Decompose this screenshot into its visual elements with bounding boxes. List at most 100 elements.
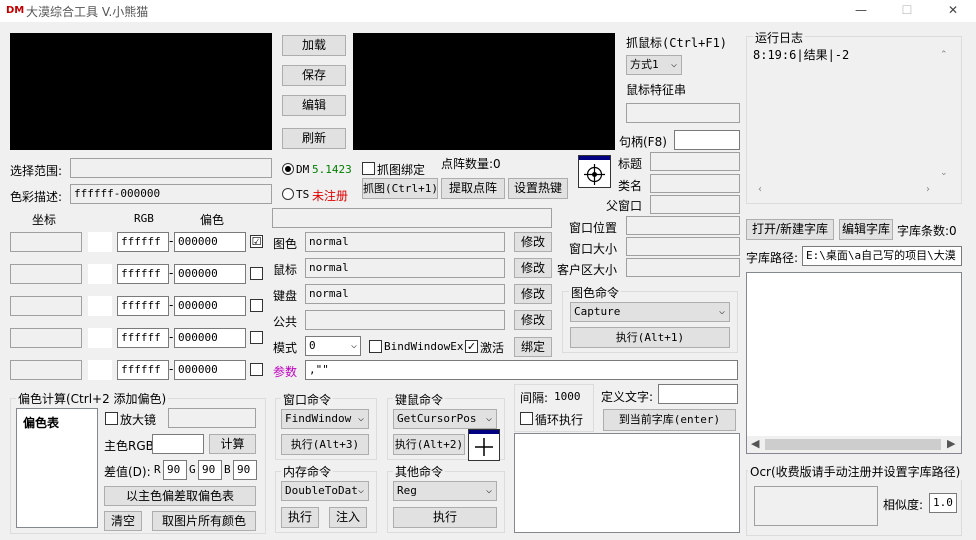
inject-button[interactable]: 注入 xyxy=(329,507,367,528)
calculate-button[interactable]: 计算 xyxy=(209,434,256,454)
loop-checkbox[interactable] xyxy=(520,412,533,425)
scroll-right-icon[interactable]: ▶ xyxy=(947,437,955,450)
refresh-button[interactable]: 刷新 xyxy=(282,128,346,149)
scroll-right-icon[interactable]: › xyxy=(926,184,930,195)
load-button[interactable]: 加载 xyxy=(282,35,346,56)
zoom-preview[interactable] xyxy=(353,33,615,150)
scroll-left-icon[interactable]: ◀ xyxy=(751,437,759,450)
mouse-feature-field[interactable] xyxy=(626,103,740,123)
main-rgb-input[interactable] xyxy=(152,434,204,454)
maximize-button[interactable]: ☐ xyxy=(884,0,930,22)
dm-radio[interactable] xyxy=(282,163,294,175)
class-field[interactable] xyxy=(650,174,740,193)
close-button[interactable]: ✕ xyxy=(930,0,976,22)
clear-button[interactable]: 清空 xyxy=(104,511,142,531)
window-cmd-exec-button[interactable]: 执行(Alt+3) xyxy=(281,434,369,455)
mode-select[interactable]: 0 ⌵ xyxy=(305,336,361,356)
lib-hscrollbar[interactable]: ◀ ▶ xyxy=(747,436,961,453)
bind-capture-checkbox[interactable] xyxy=(362,162,375,175)
edit-lib-button[interactable]: 编辑字库 xyxy=(839,219,893,240)
coord-field-4[interactable] xyxy=(10,328,82,348)
row-checkbox-5[interactable] xyxy=(250,363,263,376)
row-checkbox-3[interactable] xyxy=(250,299,263,312)
row-checkbox-4[interactable] xyxy=(250,331,263,344)
bindwindowex-checkbox[interactable] xyxy=(369,340,382,353)
handle-input[interactable] xyxy=(674,130,740,150)
g-input[interactable]: 90 xyxy=(198,460,222,480)
other-exec-button[interactable]: 执行 xyxy=(393,507,497,528)
extract-points-button[interactable]: 提取点阵 xyxy=(441,178,505,199)
scroll-left-icon[interactable]: ‹ xyxy=(758,184,762,195)
ts-radio[interactable] xyxy=(282,188,294,200)
b-input[interactable]: 90 xyxy=(233,460,257,480)
row-checkbox-2[interactable] xyxy=(250,267,263,280)
offset-input-2[interactable]: 000000 xyxy=(174,264,246,284)
points-result-field[interactable] xyxy=(272,208,552,228)
coord-field-5[interactable] xyxy=(10,360,82,380)
activate-checkbox[interactable]: ✓ xyxy=(465,340,478,353)
crosshair-target-icon[interactable] xyxy=(578,155,611,188)
rgb-input-3[interactable]: ffffff xyxy=(117,296,169,316)
result-textarea[interactable] xyxy=(514,433,740,533)
client-size-field[interactable] xyxy=(626,258,740,277)
crosshair-icon[interactable] xyxy=(468,429,500,461)
offset-input-3[interactable]: 000000 xyxy=(174,296,246,316)
interval-value[interactable]: 1000 xyxy=(554,390,581,403)
minimize-button[interactable]: — xyxy=(838,0,884,22)
mouse-cmd-select[interactable]: GetCursorPos ⌵ xyxy=(393,409,497,429)
modify-keyboard-button[interactable]: 修改 xyxy=(514,284,552,304)
capture-mode-select[interactable]: 方式1 ⌵ xyxy=(626,55,682,75)
offset-input-5[interactable]: 000000 xyxy=(174,360,246,380)
open-new-lib-button[interactable]: 打开/新建字库 xyxy=(746,219,834,240)
modify-public-button[interactable]: 修改 xyxy=(514,310,552,330)
mouse-mode-field[interactable]: normal xyxy=(305,258,505,278)
row-checkbox-1[interactable]: ☑ xyxy=(250,235,263,248)
similarity-input[interactable]: 1.0 xyxy=(929,493,957,513)
public-mode-field[interactable] xyxy=(305,310,505,330)
color-cmd-exec-button[interactable]: 执行(Alt+1) xyxy=(570,327,730,348)
params-input[interactable]: ,"" xyxy=(305,360,738,380)
magnifier-checkbox[interactable] xyxy=(105,412,118,425)
color-desc-field[interactable]: ffffff-000000 xyxy=(70,184,272,204)
all-colors-button[interactable]: 取图片所有颜色 xyxy=(152,511,256,531)
offset-list[interactable]: 偏色表 xyxy=(16,408,98,528)
bind-button[interactable]: 绑定 xyxy=(514,337,552,357)
rgb-input-1[interactable]: ffffff xyxy=(117,232,169,252)
window-position-field[interactable] xyxy=(626,216,740,235)
lib-list[interactable]: ◀ ▶ xyxy=(746,272,962,454)
parent-window-field[interactable] xyxy=(650,195,740,214)
select-range-field[interactable] xyxy=(70,158,272,178)
save-button[interactable]: 保存 xyxy=(282,65,346,86)
log-vscrollbar[interactable]: ⌃ ⌄ xyxy=(938,50,952,180)
lib-path-input[interactable]: E:\桌面\a自己写的项目\大漠 xyxy=(802,246,962,266)
offset-input-4[interactable]: 000000 xyxy=(174,328,246,348)
scroll-down-icon[interactable]: ⌄ xyxy=(940,168,948,178)
keyboard-mode-field[interactable]: normal xyxy=(305,284,505,304)
to-current-lib-button[interactable]: 到当前字库(enter) xyxy=(603,409,736,431)
rgb-input-4[interactable]: ffffff xyxy=(117,328,169,348)
rgb-input-5[interactable]: ffffff xyxy=(117,360,169,380)
r-input[interactable]: 90 xyxy=(163,460,187,480)
title-field[interactable] xyxy=(650,152,740,171)
take-offset-button[interactable]: 以主色偏差取偏色表 xyxy=(104,486,256,506)
color-cmd-select[interactable]: Capture ⌵ xyxy=(570,302,730,322)
window-size-field[interactable] xyxy=(626,237,740,256)
mouse-cmd-exec-button[interactable]: 执行(Alt+2) xyxy=(393,434,465,455)
coord-field-1[interactable] xyxy=(10,232,82,252)
modify-mouse-button[interactable]: 修改 xyxy=(514,258,552,278)
modify-display-button[interactable]: 修改 xyxy=(514,232,552,252)
coord-field-2[interactable] xyxy=(10,264,82,284)
scroll-thumb[interactable] xyxy=(765,439,941,450)
memory-cmd-select[interactable]: DoubleToDat ⌵ xyxy=(281,481,369,501)
set-hotkey-button[interactable]: 设置热键 xyxy=(508,178,568,199)
window-cmd-select[interactable]: FindWindow ⌵ xyxy=(281,409,369,429)
define-text-input[interactable] xyxy=(658,384,738,404)
offset-input-1[interactable]: 000000 xyxy=(174,232,246,252)
rgb-input-2[interactable]: ffffff xyxy=(117,264,169,284)
capture-preview[interactable] xyxy=(10,33,272,150)
capture-button[interactable]: 抓图(Ctrl+1) xyxy=(362,178,438,199)
display-mode-field[interactable]: normal xyxy=(305,232,505,252)
edit-button[interactable]: 编辑 xyxy=(282,95,346,116)
other-cmd-select[interactable]: Reg ⌵ xyxy=(393,481,497,501)
memory-exec-button[interactable]: 执行 xyxy=(281,507,319,528)
